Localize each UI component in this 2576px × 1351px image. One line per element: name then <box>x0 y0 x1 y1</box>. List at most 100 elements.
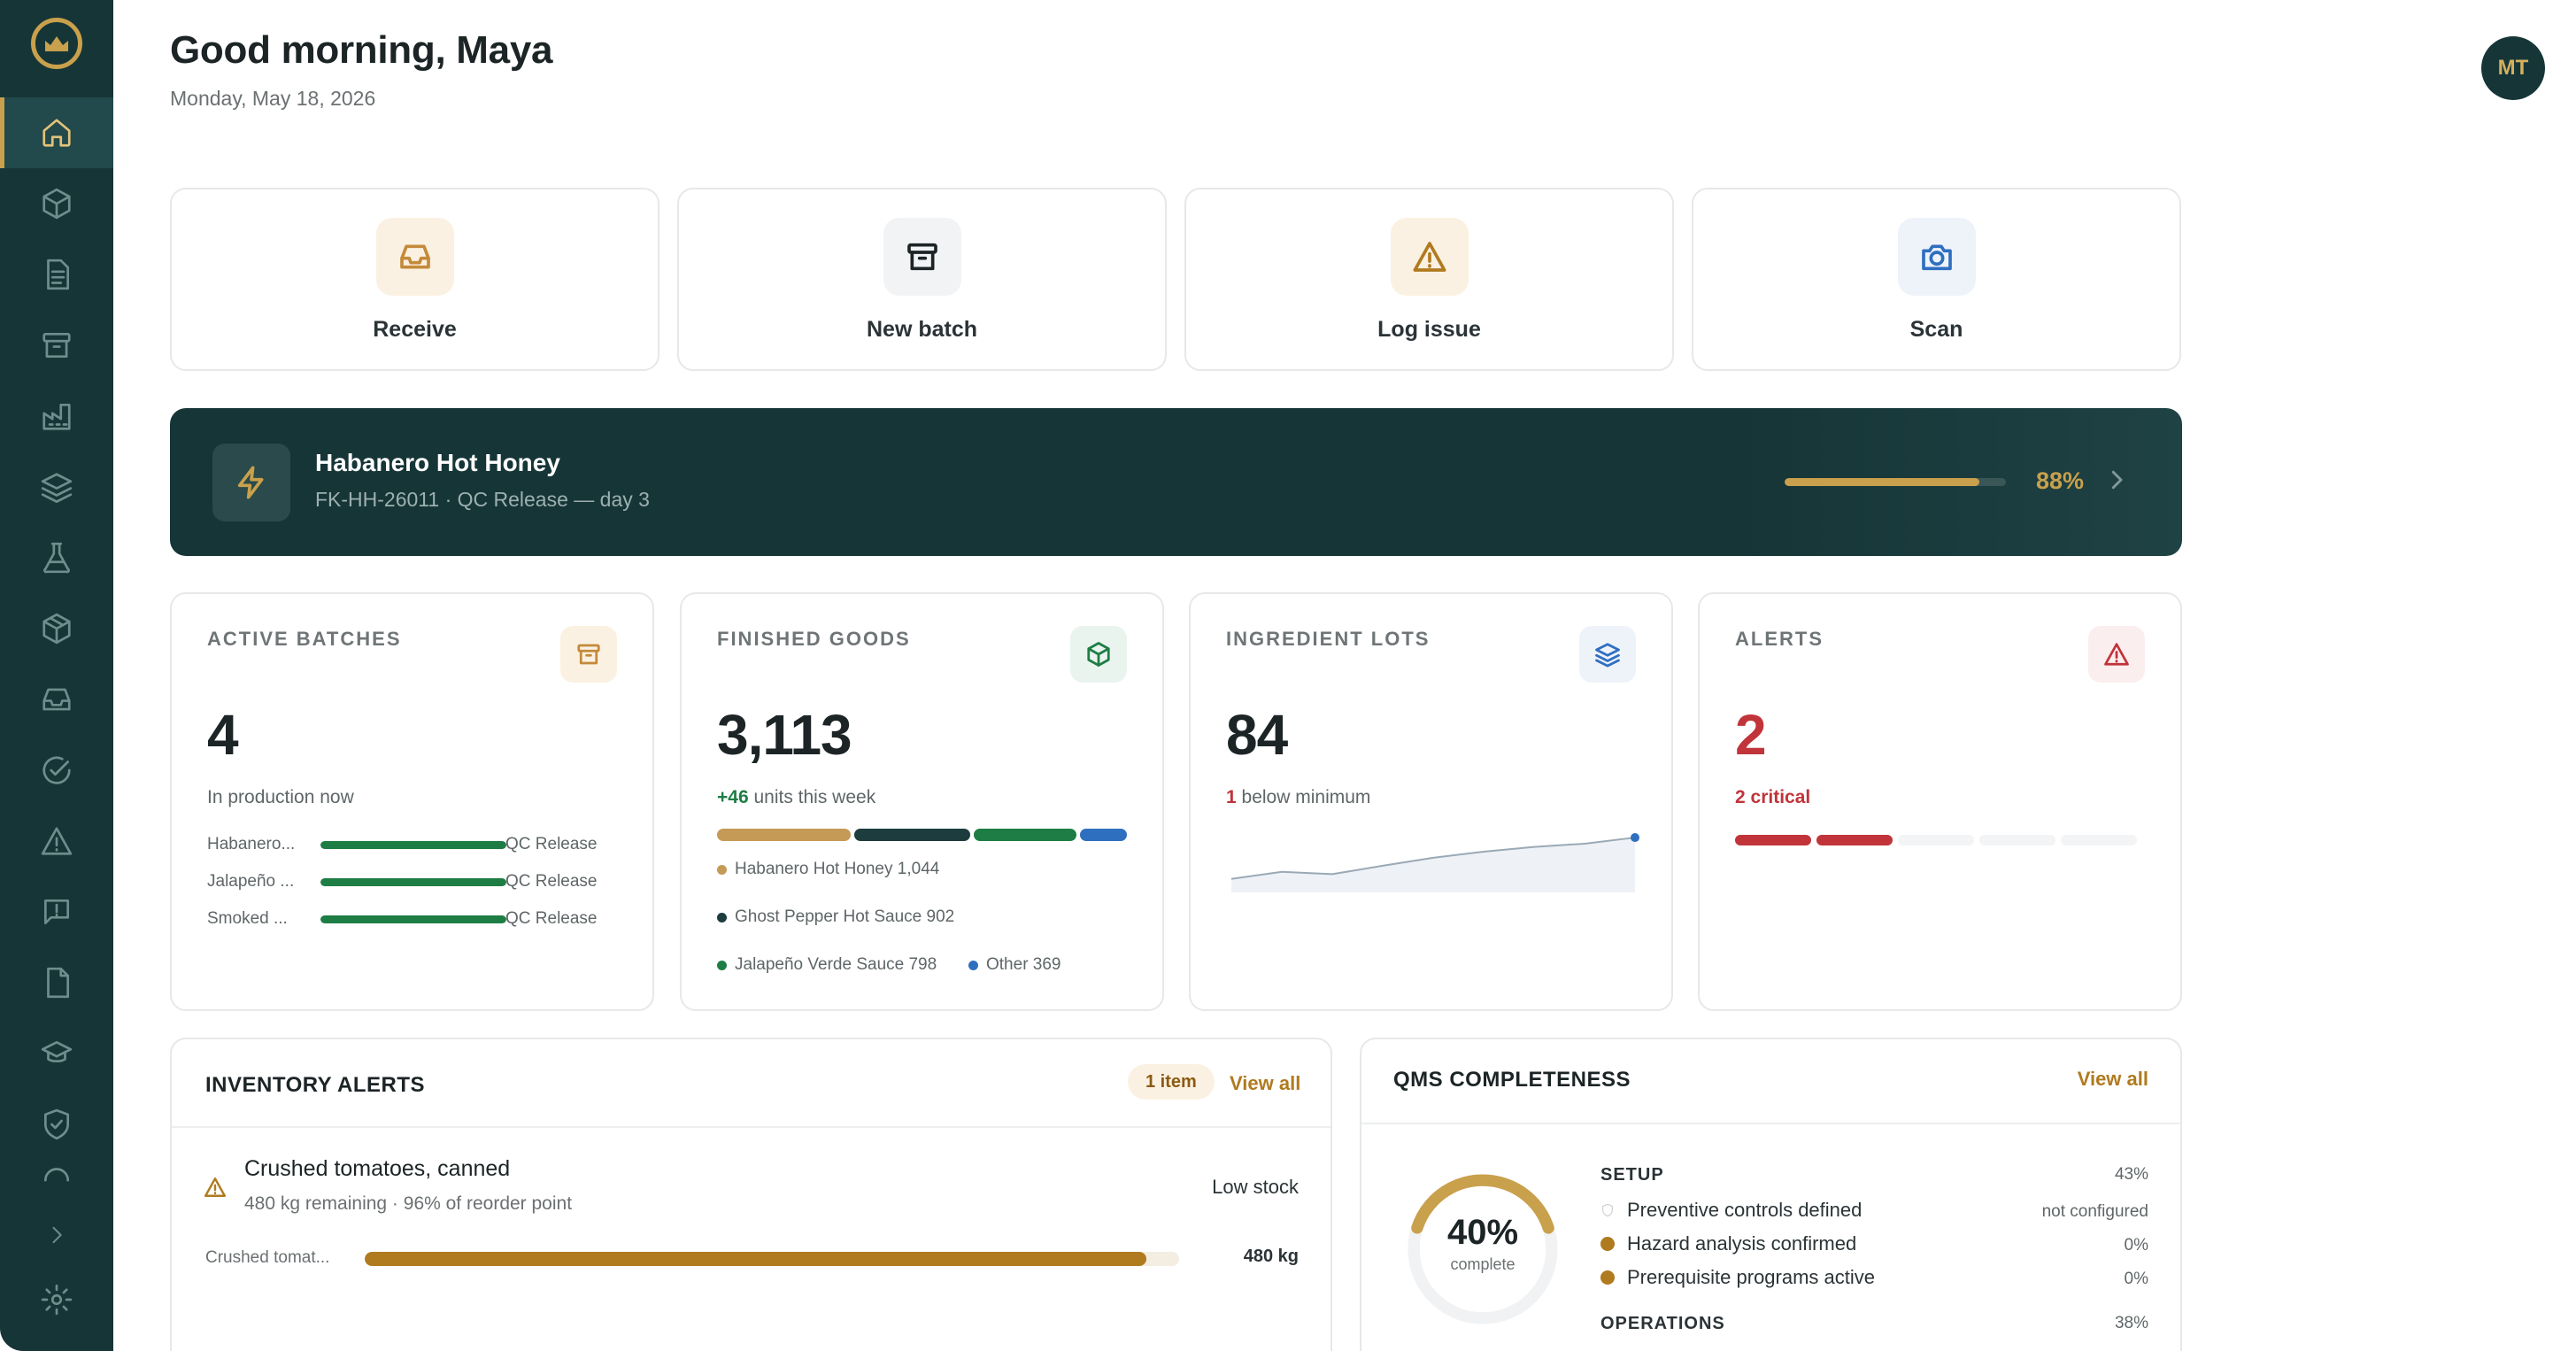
section-title: QMS COMPLETENESS <box>1393 1068 1631 1092</box>
sidebar-item-settings[interactable] <box>0 1264 113 1335</box>
sidebar-item-products[interactable] <box>0 168 113 239</box>
document-icon <box>47 259 70 290</box>
sidebar-item-production[interactable] <box>0 381 113 452</box>
stat-label: ACTIVE BATCHES <box>207 628 402 650</box>
batch-name: Smoked ... <box>207 909 288 928</box>
quick-action-scan[interactable]: Scan <box>1692 188 2181 371</box>
qms-item[interactable]: Hazard analysis confirmed <box>1600 1232 1856 1255</box>
legend-item: Jalapeño Verde Sauce 798 <box>717 955 937 975</box>
stock-level-fill <box>365 1252 1147 1266</box>
avatar[interactable]: MT <box>2481 36 2545 100</box>
sparkline-area <box>1231 838 1635 892</box>
finished-goods-breakdown-bar <box>717 829 1127 841</box>
sidebar-item-training[interactable] <box>0 1018 113 1089</box>
sidebar-item-ingredients[interactable] <box>0 452 113 522</box>
stat-value: 2 <box>1735 703 1767 767</box>
legend-dot <box>968 960 978 970</box>
stat-label: ALERTS <box>1735 628 1824 650</box>
layers-icon <box>1595 643 1620 668</box>
qms-complete-label: complete <box>1450 1255 1516 1273</box>
quick-action-label: Scan <box>1909 317 1963 342</box>
units-delta-label: units this week <box>753 787 876 807</box>
stat-subtitle: In production now <box>207 787 354 807</box>
batch-row[interactable]: Jalapeño ... QC Release <box>207 870 614 893</box>
legend-item: Ghost Pepper Hot Sauce 902 <box>717 907 954 927</box>
view-all-link[interactable]: View all <box>2078 1068 2148 1091</box>
legend-dot <box>717 912 727 923</box>
qms-item[interactable]: Preventive controls defined <box>1600 1199 1862 1222</box>
shield-check-icon <box>43 1108 70 1140</box>
spinner-icon <box>43 1168 70 1182</box>
sidebar-item-packaging[interactable] <box>0 593 113 664</box>
sidebar-item-issues[interactable] <box>0 806 113 876</box>
item-name: Crushed tomatoes, canned <box>244 1156 511 1181</box>
sidebar-item-receiving[interactable] <box>0 664 113 735</box>
home-icon <box>42 119 71 147</box>
check-circle-icon <box>42 756 71 784</box>
active-batches-card[interactable]: ACTIVE BATCHES 4 In production now Haban… <box>170 592 654 1011</box>
legend-item: Other 369 <box>968 955 1061 975</box>
qms-percent: 40% <box>1446 1213 1519 1252</box>
flask-icon <box>43 542 70 574</box>
file-icon <box>47 967 70 999</box>
sidebar-item-lab[interactable] <box>0 522 113 593</box>
finished-goods-card[interactable]: FINISHED GOODS 3,113 +46 units this week… <box>680 592 1164 1011</box>
units-delta: +46 <box>717 787 749 807</box>
warning-icon <box>204 1177 227 1197</box>
qms-item-label: Preventive controls defined <box>1627 1199 1863 1221</box>
sidebar-item-records[interactable] <box>0 947 113 1018</box>
legend-item: Habanero Hot Honey 1,044 <box>717 860 939 879</box>
sidebar-item-quality[interactable] <box>0 735 113 806</box>
warning-icon <box>41 827 73 855</box>
sidebar-item-documents[interactable] <box>0 239 113 310</box>
sidebar-item-complaints[interactable] <box>0 876 113 947</box>
sidebar-expand-toggle[interactable] <box>0 1195 113 1275</box>
sidebar-item-compliance[interactable] <box>0 1089 113 1160</box>
sidebar-item-home[interactable] <box>0 97 113 168</box>
quick-action-icon-bg <box>1897 218 1976 296</box>
qms-item[interactable]: Prerequisite programs active <box>1600 1266 1875 1289</box>
qms-category-setup: SETUP <box>1600 1165 1664 1185</box>
batch-row[interactable]: Smoked ... QC Release <box>207 907 614 930</box>
below-minimum-count: 1 <box>1226 787 1237 807</box>
ingredient-lots-sparkline <box>1230 833 1639 892</box>
sparkline-point <box>1631 833 1639 843</box>
batch-open-button[interactable] <box>2103 467 2130 493</box>
status-dot <box>1600 1237 1615 1251</box>
legend-dot <box>717 960 727 970</box>
current-date: Monday, May 18, 2026 <box>170 87 376 110</box>
camera-icon <box>1921 244 1952 271</box>
page-title: Good morning, Maya <box>170 28 553 72</box>
warning-icon <box>1413 242 1446 272</box>
legend-label: Jalapeño Verde Sauce 798 <box>735 955 937 974</box>
quick-action-log-issue[interactable]: Log issue <box>1184 188 1674 371</box>
batch-row[interactable]: Habanero... QC Release <box>207 833 614 856</box>
sidebar-item-sync[interactable] <box>0 1160 113 1195</box>
batch-progress-fill <box>1785 478 1979 486</box>
box-icon <box>1087 642 1110 667</box>
app-logo[interactable] <box>31 18 82 69</box>
ingredient-lots-card[interactable]: INGREDIENT LOTS 84 1 below minimum <box>1189 592 1673 1011</box>
batch-progress-percent: 88% <box>2036 467 2085 494</box>
view-all-link[interactable]: View all <box>1230 1072 1300 1095</box>
archive-icon <box>577 644 600 665</box>
quick-action-label: Receive <box>373 317 457 342</box>
alerts-card[interactable]: ALERTS 2 2 critical <box>1698 592 2182 1011</box>
quick-action-new-batch[interactable]: New batch <box>677 188 1167 371</box>
qms-category-percent: 38% <box>2114 1314 2148 1332</box>
qms-item-label: Hazard analysis confirmed <box>1627 1232 1857 1254</box>
current-batch-banner[interactable]: Habanero Hot Honey FK-HH-26011 · QC Rele… <box>170 408 2182 556</box>
sidebar-item-batches[interactable] <box>0 310 113 381</box>
inbox-icon <box>399 244 430 269</box>
message-alert-icon <box>43 899 70 925</box>
batch-stage: QC Release <box>505 872 598 891</box>
graduation-cap-icon <box>41 1040 73 1063</box>
factory-icon <box>42 403 71 430</box>
stat-subtitle: 2 critical <box>1735 787 1811 807</box>
inbox-icon <box>42 688 71 711</box>
chevron-right-icon <box>52 1226 62 1244</box>
quick-action-receive[interactable]: Receive <box>170 188 659 371</box>
breakdown-segment <box>1079 829 1127 841</box>
quick-action-label: New batch <box>866 317 978 342</box>
sidebar <box>0 0 113 1351</box>
